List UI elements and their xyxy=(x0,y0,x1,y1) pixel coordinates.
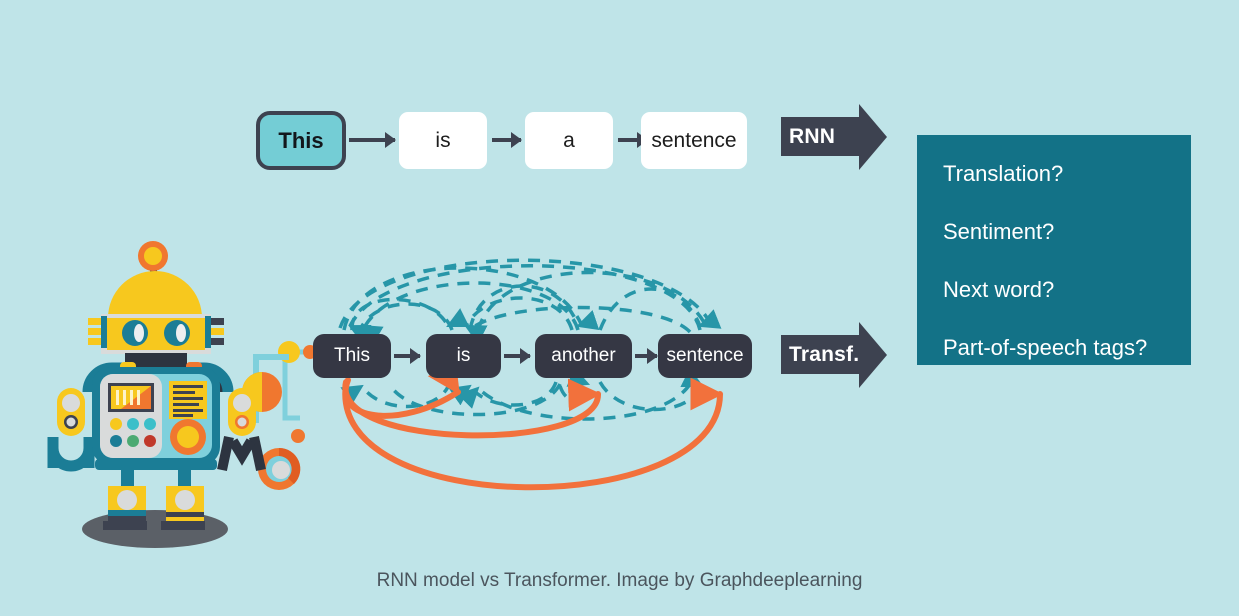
rnn-token-2[interactable]: a xyxy=(525,112,613,169)
transformer-arrow-1 xyxy=(504,354,530,358)
transformer-token-3-label: sentence xyxy=(666,345,744,366)
rnn-arrow-1 xyxy=(492,138,521,142)
transformer-token-3[interactable]: sentence xyxy=(658,334,752,378)
robot-hand-right xyxy=(217,388,266,472)
transformer-token-2-label: another xyxy=(551,345,616,366)
transformer-block-arrow-label: Transf. xyxy=(789,342,860,366)
transformer-token-1[interactable]: is xyxy=(426,334,501,378)
rnn-token-0[interactable]: This xyxy=(256,111,346,170)
output-task-translation: Translation? xyxy=(943,161,1064,186)
transformer-token-2[interactable]: another xyxy=(535,334,632,378)
rnn-token-1[interactable]: is xyxy=(399,112,487,169)
output-task-pos-tags: Part-of-speech tags? xyxy=(943,335,1148,360)
rnn-token-3[interactable]: sentence xyxy=(641,112,747,169)
transformer-arrow-0 xyxy=(394,354,420,358)
robot-eye-left xyxy=(122,320,148,346)
output-tasks-panel: Translation? Sentiment? Next word? Part-… xyxy=(917,135,1191,365)
robot-hand-left xyxy=(47,388,95,472)
robot-ear-left xyxy=(88,316,107,348)
robot-boot-right-dot xyxy=(175,490,195,510)
robot-face xyxy=(107,318,205,350)
robot-eye-right xyxy=(164,320,190,346)
robot-foot-right xyxy=(161,521,205,530)
rnn-arrow-0 xyxy=(349,138,395,142)
robot-dome xyxy=(108,271,202,318)
rnn-token-2-label: a xyxy=(563,128,575,152)
robot-hip xyxy=(95,459,217,470)
figure-caption: RNN model vs Transformer. Image by Graph… xyxy=(376,570,863,591)
rnn-block-arrow-label: RNN xyxy=(789,124,836,148)
robot-boot-left-dot xyxy=(117,490,137,510)
output-task-sentiment: Sentiment? xyxy=(943,219,1055,244)
rnn-token-1-label: is xyxy=(435,128,451,152)
transformer-token-0[interactable]: This xyxy=(313,334,391,378)
transformer-arrow-2 xyxy=(635,354,657,358)
rnn-token-0-label: This xyxy=(278,127,324,153)
robot-antenna-bulb-inner xyxy=(144,247,162,265)
poster-canvas: This is a sentence RNN This is another s… xyxy=(0,0,1239,616)
transformer-token-0-label: This xyxy=(334,345,370,366)
output-task-next-word: Next word? xyxy=(943,277,1055,302)
robot-foot-left xyxy=(103,521,147,530)
robot-ear-right xyxy=(205,316,224,348)
transformer-token-1-label: is xyxy=(456,345,471,366)
rnn-token-3-label: sentence xyxy=(651,128,737,152)
robot-big-button-inner xyxy=(177,426,199,448)
